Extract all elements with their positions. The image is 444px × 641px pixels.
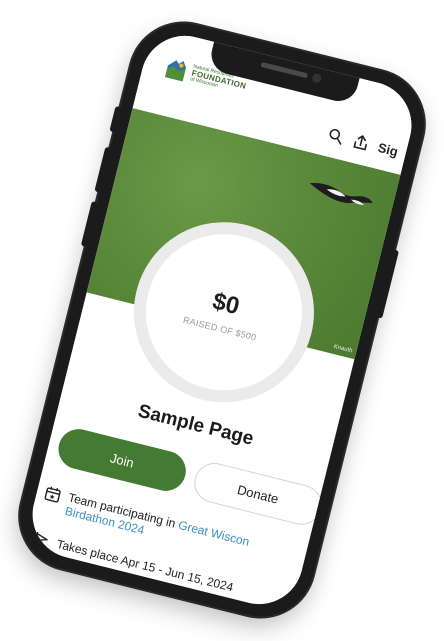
join-button[interactable]: Join <box>54 424 191 496</box>
donate-button[interactable]: Donate <box>190 458 326 530</box>
logo-mark-icon <box>165 60 186 82</box>
camera-icon <box>311 72 323 84</box>
goal-label: RAISED OF $500 <box>182 314 258 343</box>
photo-credit: Knauth <box>333 343 353 355</box>
volume-up-button <box>94 146 112 193</box>
volume-down-button <box>80 200 98 248</box>
signin-link[interactable]: Sig <box>377 139 400 158</box>
mute-switch <box>109 105 122 133</box>
share-icon[interactable] <box>351 133 370 152</box>
header-actions: Sig <box>326 126 400 159</box>
search-icon[interactable] <box>326 126 345 145</box>
device-mockup: Natural Resources FOUNDATION of Wisconsi… <box>0 0 444 641</box>
raised-amount: $0 <box>209 287 243 321</box>
power-button <box>376 249 400 319</box>
bird-icon <box>309 182 373 205</box>
speaker-grille <box>260 61 309 79</box>
flag-icon <box>33 531 48 548</box>
event-link[interactable]: Great Wiscon <box>177 518 251 549</box>
phone-frame: Natural Resources FOUNDATION of Wisconsi… <box>8 12 436 628</box>
calendar-icon <box>44 486 61 503</box>
phone-screen: Natural Resources FOUNDATION of Wisconsi… <box>23 26 421 614</box>
